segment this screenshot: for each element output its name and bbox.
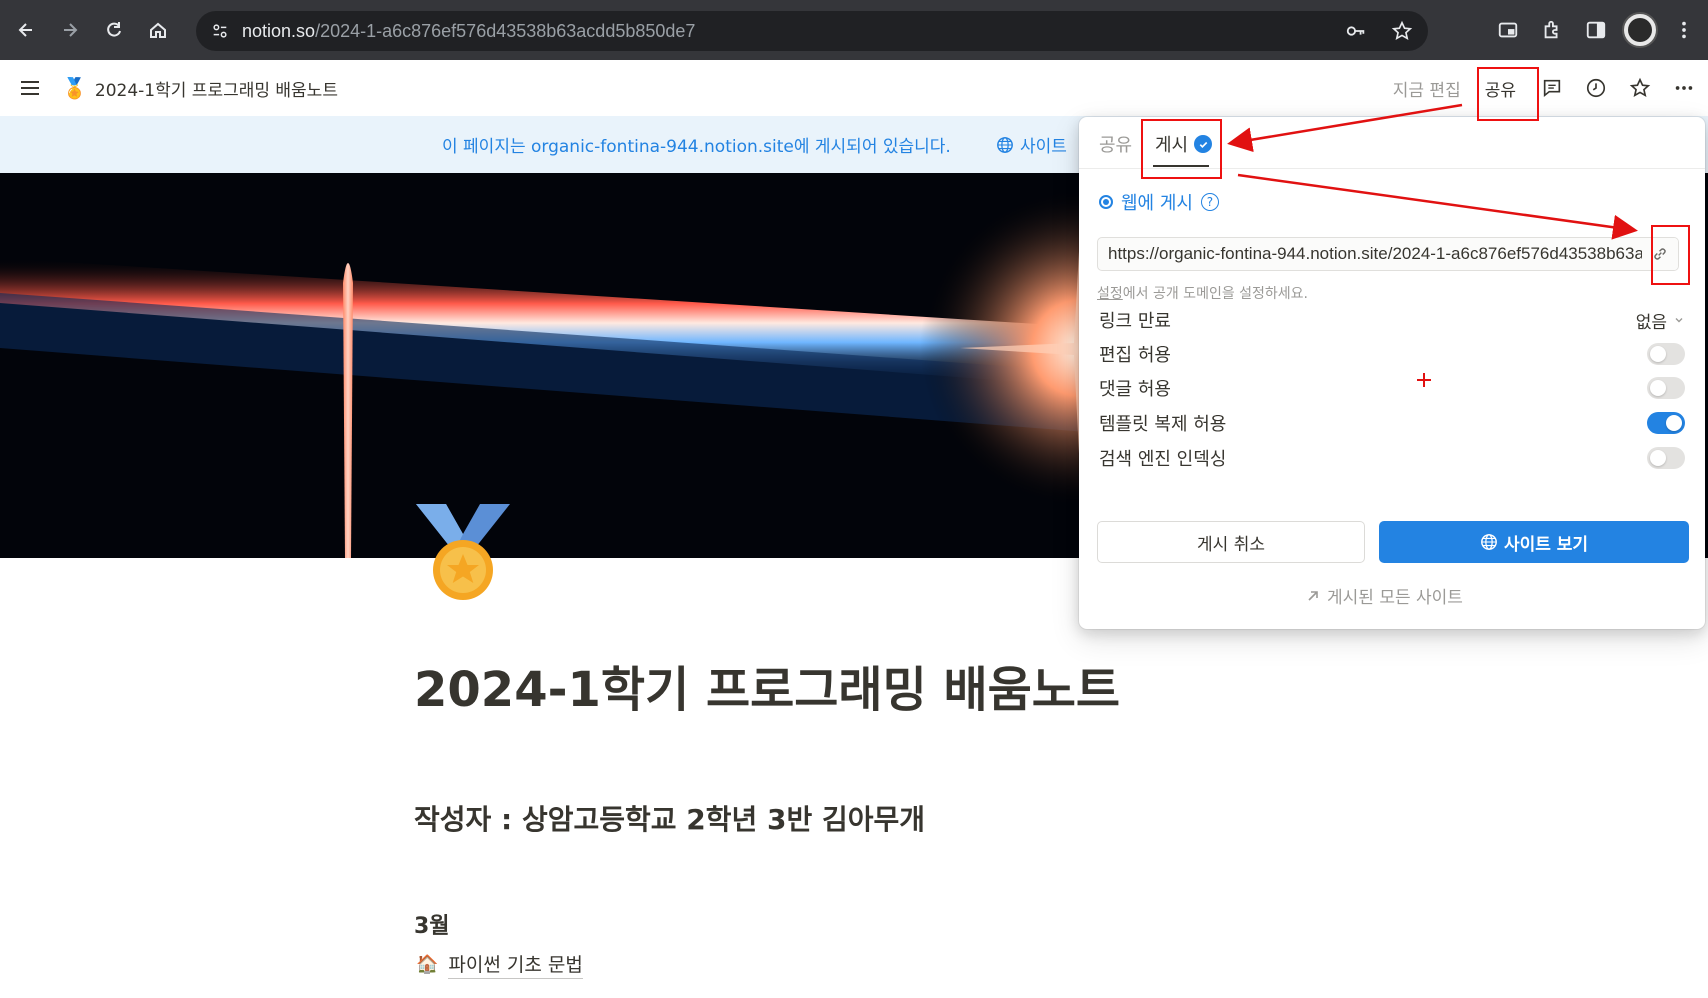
- chrome-menu-icon[interactable]: [1664, 10, 1704, 50]
- more-options-icon[interactable]: [1664, 68, 1704, 108]
- allow-comments-toggle[interactable]: [1647, 377, 1685, 399]
- home-icon[interactable]: [140, 12, 176, 48]
- breadcrumb-medal-icon[interactable]: 🏅: [62, 76, 87, 100]
- annotation-box-share: [1477, 67, 1539, 121]
- option-allow-edit: 편집 허용: [1099, 339, 1685, 369]
- key-icon[interactable]: [1340, 15, 1372, 47]
- option-search-indexing: 검색 엔진 인덱싱: [1099, 443, 1685, 473]
- tab-share[interactable]: 공유: [1099, 131, 1132, 157]
- help-icon[interactable]: ?: [1200, 193, 1219, 211]
- picture-in-picture-icon[interactable]: [1488, 10, 1528, 50]
- extensions-icon[interactable]: [1532, 10, 1572, 50]
- subpage-link[interactable]: 🏠 파이썬 기초 문법: [416, 950, 583, 979]
- medal-icon[interactable]: [412, 504, 514, 604]
- forward-icon[interactable]: [52, 12, 88, 48]
- chevron-down-icon: [1675, 318, 1683, 323]
- search-indexing-toggle[interactable]: [1647, 447, 1685, 469]
- allow-duplicate-toggle[interactable]: [1647, 412, 1685, 434]
- globe-icon: [997, 136, 1013, 153]
- domain-hint-text: 에서 공개 도메인을 설정하세요.: [1122, 286, 1309, 302]
- history-clock-icon[interactable]: [1576, 68, 1616, 108]
- address-bar[interactable]: notion.so/2024-1-a6c876ef576d43538b63acd…: [196, 11, 1428, 51]
- banner-site-link[interactable]: 사이트: [996, 132, 1067, 157]
- link-expiry-select[interactable]: 없음: [1636, 308, 1685, 333]
- month-heading[interactable]: 3월: [414, 908, 450, 940]
- side-panel-icon[interactable]: [1576, 10, 1616, 50]
- radio-selected-icon[interactable]: [1099, 195, 1113, 209]
- arrow-up-right-icon: [1308, 590, 1318, 601]
- url-path: /2024-1-a6c876ef576d43538b63acdd5b850de7: [315, 20, 696, 41]
- option-label: 템플릿 복제 허용: [1099, 414, 1227, 435]
- profile-avatar[interactable]: [1620, 10, 1660, 50]
- house-icon: 🏠: [416, 954, 439, 975]
- allow-edit-toggle[interactable]: [1647, 343, 1685, 365]
- settings-link[interactable]: 설정: [1097, 286, 1123, 302]
- domain-hint: 설정에서 공개 도메인을 설정하세요.: [1097, 283, 1308, 303]
- all-sites-label: 게시된 모든 사이트: [1327, 588, 1463, 608]
- page-title[interactable]: 2024-1학기 프로그래밍 배움노트: [414, 650, 1120, 720]
- public-url-text: https://organic-fontina-944.notion.site/…: [1108, 244, 1678, 263]
- annotation-box-publish-tab: [1141, 119, 1222, 179]
- notion-topbar: 🏅 2024-1학기 프로그래밍 배움노트 지금 편집 공유: [0, 60, 1708, 116]
- view-site-label: 사이트 보기: [1503, 534, 1589, 555]
- web-publish-label: 웹에 게시: [1121, 193, 1193, 214]
- url-host: notion.so: [242, 20, 316, 41]
- view-site-button[interactable]: 사이트 보기: [1379, 521, 1689, 563]
- sidebar-menu-icon[interactable]: [10, 68, 50, 108]
- publish-popover: 공유 게시 웹에 게시 ? https://organic-fontina-94…: [1079, 117, 1705, 629]
- unpublish-button[interactable]: 게시 취소: [1097, 521, 1365, 563]
- banner-site-label: 사이트: [1020, 137, 1067, 157]
- browser-toolbar: notion.so/2024-1-a6c876ef576d43538b63acd…: [0, 0, 1708, 60]
- option-label: 댓글 허용: [1099, 379, 1171, 400]
- annotation-box-copy-link: [1651, 225, 1690, 285]
- option-label: 링크 만료: [1099, 311, 1171, 332]
- web-publish-option[interactable]: 웹에 게시 ?: [1099, 189, 1219, 215]
- option-link-expiry: 링크 만료 없음: [1099, 305, 1685, 335]
- link-expiry-value: 없음: [1635, 312, 1667, 333]
- globe-icon: [1481, 534, 1497, 550]
- breadcrumb-title[interactable]: 2024-1학기 프로그래밍 배움노트: [95, 76, 338, 101]
- option-label: 편집 허용: [1099, 345, 1171, 366]
- public-url-field[interactable]: https://organic-fontina-944.notion.site/…: [1097, 237, 1679, 271]
- all-published-sites-link[interactable]: 게시된 모든 사이트: [1305, 583, 1463, 608]
- author-heading[interactable]: 작성자 : 상암고등학교 2학년 3반 김아무개: [414, 798, 925, 838]
- reload-icon[interactable]: [96, 12, 132, 48]
- back-icon[interactable]: [8, 12, 44, 48]
- favorite-star-icon[interactable]: [1620, 68, 1660, 108]
- url-text: notion.so/2024-1-a6c876ef576d43538b63acd…: [242, 21, 695, 42]
- edited-status: 지금 편집: [1392, 80, 1461, 101]
- option-allow-comments: 댓글 허용: [1099, 373, 1685, 403]
- option-allow-duplicate: 템플릿 복제 허용: [1099, 408, 1685, 438]
- subpage-link-label: 파이썬 기초 문법: [448, 950, 583, 979]
- bookmark-star-icon[interactable]: [1386, 15, 1418, 47]
- banner-text: 이 페이지는 organic-fontina-944.notion.site에 …: [442, 137, 951, 157]
- site-info-icon[interactable]: [204, 15, 236, 47]
- option-label: 검색 엔진 인덱싱: [1099, 449, 1227, 470]
